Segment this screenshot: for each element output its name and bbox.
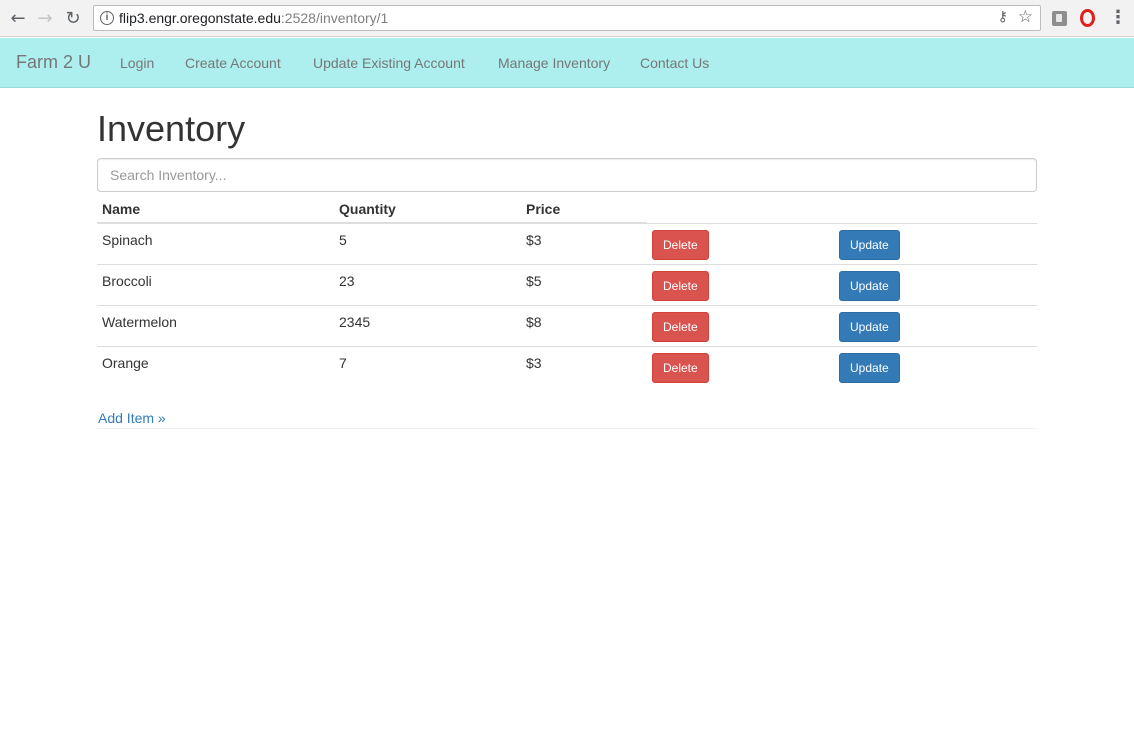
cell-price: $3 xyxy=(521,345,647,387)
cell-delete: Delete xyxy=(647,222,834,264)
nav-link-manage-inventory[interactable]: Manage Inventory xyxy=(498,55,610,71)
divider xyxy=(97,428,1037,429)
table-row: Watermelon 2345 $8 Delete Update xyxy=(97,304,1037,346)
nav-link-update-account[interactable]: Update Existing Account xyxy=(313,55,465,71)
column-header-price: Price xyxy=(521,195,647,224)
delete-button[interactable]: Delete xyxy=(652,229,709,260)
star-icon[interactable]: ☆ xyxy=(1018,7,1033,27)
url-path: :2528/inventory/1 xyxy=(280,10,389,26)
table-row: Orange 7 $3 Delete Update xyxy=(97,345,1037,387)
table-header-row: Name Quantity Price xyxy=(97,195,1037,224)
key-icon[interactable]: ⚷ xyxy=(998,9,1008,25)
nav-link-create-account[interactable]: Create Account xyxy=(185,55,281,71)
inventory-table: Name Quantity Price Spinach 5 $3 Delete … xyxy=(97,195,1037,387)
delete-button[interactable]: Delete xyxy=(652,311,709,342)
page-title: Inventory xyxy=(97,108,246,149)
forward-icon[interactable]: → xyxy=(33,6,57,30)
cell-update: Update xyxy=(834,263,1037,305)
back-icon[interactable]: ← xyxy=(6,6,30,30)
column-header-delete xyxy=(647,195,834,223)
cell-name: Broccoli xyxy=(97,263,334,305)
site-navbar: Farm 2 U Login Create Account Update Exi… xyxy=(0,38,1134,88)
column-header-name: Name xyxy=(97,195,334,224)
cell-name: Orange xyxy=(97,345,334,387)
opera-icon[interactable] xyxy=(1080,9,1095,27)
reload-icon[interactable]: ↻ xyxy=(61,6,85,30)
cell-price: $8 xyxy=(521,304,647,346)
cell-delete: Delete xyxy=(647,304,834,346)
delete-button[interactable]: Delete xyxy=(652,352,709,383)
cell-update: Update xyxy=(834,304,1037,346)
address-bar[interactable]: i flip3.engr.oregonstate.edu:2528/invent… xyxy=(93,5,1041,31)
info-icon[interactable]: i xyxy=(100,11,114,25)
cell-quantity: 23 xyxy=(334,263,521,305)
brand-link[interactable]: Farm 2 U xyxy=(16,52,91,72)
cell-price: $3 xyxy=(521,222,647,264)
cell-quantity: 2345 xyxy=(334,304,521,346)
browser-toolbar: ← → ↻ i flip3.engr.oregonstate.edu:2528/… xyxy=(0,0,1134,37)
cell-name: Watermelon xyxy=(97,304,334,346)
update-button[interactable]: Update xyxy=(839,229,900,260)
menu-icon[interactable]: ⋮ xyxy=(1109,8,1127,28)
column-header-quantity: Quantity xyxy=(334,195,521,224)
cell-update: Update xyxy=(834,222,1037,264)
url-text[interactable]: flip3.engr.oregonstate.edu:2528/inventor… xyxy=(119,10,388,27)
cell-update: Update xyxy=(834,345,1037,387)
url-host: flip3.engr.oregonstate.edu xyxy=(119,10,281,26)
delete-button[interactable]: Delete xyxy=(652,270,709,301)
nav-link-contact-us[interactable]: Contact Us xyxy=(640,55,709,71)
cell-delete: Delete xyxy=(647,263,834,305)
cell-price: $5 xyxy=(521,263,647,305)
update-button[interactable]: Update xyxy=(839,352,900,383)
table-row: Spinach 5 $3 Delete Update xyxy=(97,222,1037,264)
update-button[interactable]: Update xyxy=(839,270,900,301)
table-row: Broccoli 23 $5 Delete Update xyxy=(97,263,1037,305)
column-header-update xyxy=(834,195,1037,223)
search-input[interactable] xyxy=(97,158,1037,192)
extension-icon[interactable] xyxy=(1052,11,1067,26)
nav-link-login[interactable]: Login xyxy=(120,55,154,71)
cell-delete: Delete xyxy=(647,345,834,387)
cell-quantity: 5 xyxy=(334,222,521,264)
update-button[interactable]: Update xyxy=(839,311,900,342)
cell-quantity: 7 xyxy=(334,345,521,387)
cell-name: Spinach xyxy=(97,222,334,264)
add-item-link[interactable]: Add Item » xyxy=(98,409,166,427)
